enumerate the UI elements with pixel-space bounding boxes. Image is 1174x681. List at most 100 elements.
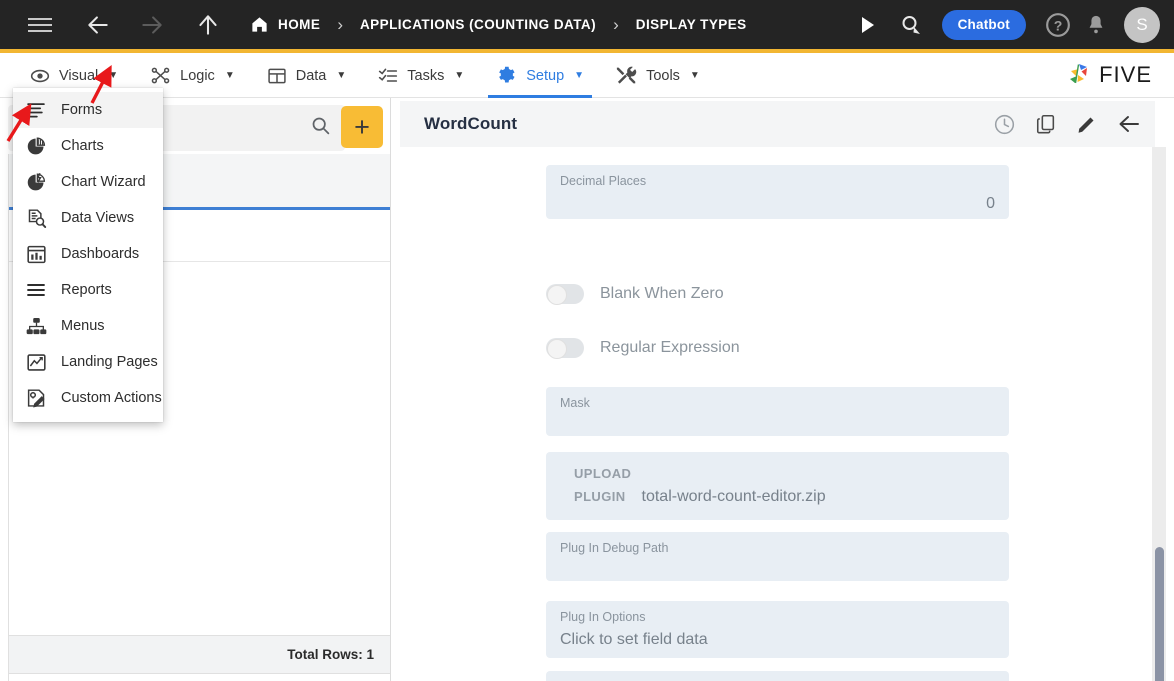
form-lines-icon: [25, 99, 47, 121]
copy-icon[interactable]: [1035, 113, 1057, 135]
field-plug-in-debug-path[interactable]: Plug In Debug Path: [546, 532, 1009, 581]
field-mask[interactable]: Mask: [546, 387, 1009, 436]
menu-option-chart-wizard-label: Chart Wizard: [61, 174, 146, 190]
field-label-plug-in-options: Plug In Options: [560, 610, 995, 625]
menu-item-tasks[interactable]: Tasks ▼: [362, 53, 480, 98]
menu-option-chart-wizard[interactable]: Chart Wizard: [13, 164, 163, 200]
menu-option-menus[interactable]: Menus: [13, 308, 163, 344]
five-mark-icon: [1065, 61, 1095, 89]
svg-text:?: ?: [1054, 17, 1063, 33]
menu-item-data-label: Data: [296, 68, 327, 84]
history-clock-icon[interactable]: [993, 113, 1016, 136]
user-avatar[interactable]: S: [1124, 7, 1160, 43]
search-icon[interactable]: [310, 115, 331, 141]
field-value-plug-in-options: Click to set field data: [560, 627, 995, 653]
back-arrow-icon[interactable]: [76, 0, 120, 51]
toggle-label-regular-expression: Regular Expression: [600, 339, 740, 357]
top-navigation-bar: HOME › APPLICATIONS (COUNTING DATA) › DI…: [0, 0, 1174, 53]
chevron-down-icon: ▼: [336, 70, 346, 81]
page-title: WordCount: [424, 114, 517, 134]
toggle-regular-expression[interactable]: Regular Expression: [546, 338, 740, 358]
five-logo-text: FIVE: [1099, 62, 1152, 88]
dashboard-icon: [25, 243, 47, 265]
toggle-switch-icon[interactable]: [546, 284, 584, 304]
field-error-message[interactable]: Error Message: [546, 671, 1009, 681]
menu-option-charts[interactable]: Charts: [13, 128, 163, 164]
upload-label-line1: UPLOAD: [574, 462, 995, 485]
menu-item-tasks-label: Tasks: [407, 68, 444, 84]
sitemap-icon: [25, 315, 47, 337]
field-plug-in-options[interactable]: Plug In Options Click to set field data: [546, 601, 1009, 658]
field-upload-plugin[interactable]: UPLOAD PLUGIN total-word-count-editor.zi…: [546, 452, 1009, 520]
menu-option-data-views[interactable]: Data Views: [13, 200, 163, 236]
menu-option-reports[interactable]: Reports: [13, 272, 163, 308]
field-label-mask: Mask: [560, 396, 995, 411]
upload-filename: total-word-count-editor.zip: [642, 485, 826, 508]
vertical-scrollbar[interactable]: [1152, 147, 1166, 681]
menu-item-tools-label: Tools: [646, 68, 680, 84]
menu-option-custom-actions[interactable]: Custom Actions: [13, 380, 163, 416]
top-bar-actions: Chatbot ? S: [844, 0, 1174, 51]
checklist-icon: [378, 66, 398, 86]
gear-icon: [496, 65, 517, 86]
chevron-down-icon: ▼: [108, 70, 118, 81]
menu-item-setup[interactable]: Setup ▼: [480, 53, 600, 98]
back-arrow-icon[interactable]: [1117, 112, 1141, 136]
record-header: WordCount: [400, 101, 1155, 147]
breadcrumb-home[interactable]: HOME: [250, 0, 320, 51]
breadcrumb-separator-2: ›: [613, 15, 619, 35]
record-actions: [993, 112, 1141, 136]
visual-dropdown-menu: Forms Charts Chart Wizard Data Views Das: [13, 88, 163, 422]
edit-pencil-icon[interactable]: [1076, 113, 1098, 135]
document-search-icon: [25, 207, 47, 229]
logic-nodes-icon: [150, 65, 171, 86]
help-circle-icon[interactable]: ?: [1042, 0, 1074, 51]
menu-option-data-views-label: Data Views: [61, 210, 134, 226]
menu-item-setup-label: Setup: [526, 68, 564, 84]
menu-item-tools[interactable]: Tools ▼: [600, 53, 716, 98]
breadcrumb-home-label: HOME: [278, 17, 320, 32]
menu-option-charts-label: Charts: [61, 138, 104, 154]
forward-arrow-icon[interactable]: [130, 0, 174, 51]
app-root: HOME › APPLICATIONS (COUNTING DATA) › DI…: [0, 0, 1174, 681]
menu-option-dashboards[interactable]: Dashboards: [13, 236, 163, 272]
notification-bell-icon[interactable]: [1080, 0, 1112, 51]
upload-label-line2: PLUGIN: [574, 485, 626, 508]
menu-option-forms-label: Forms: [61, 102, 102, 118]
chevron-down-icon: ▼: [225, 70, 235, 81]
breadcrumb-application[interactable]: APPLICATIONS (COUNTING DATA): [360, 0, 596, 51]
menu-option-menus-label: Menus: [61, 318, 105, 334]
record-form: Decimal Places 0 Blank When Zero Regular…: [400, 147, 1155, 681]
search-icon[interactable]: [896, 0, 926, 51]
field-decimal-places[interactable]: Decimal Places 0: [546, 165, 1009, 219]
landing-page-icon: [25, 351, 47, 373]
chatbot-button[interactable]: Chatbot: [942, 10, 1026, 40]
menu-option-reports-label: Reports: [61, 282, 112, 298]
chevron-down-icon: ▼: [574, 70, 584, 81]
report-lines-icon: [25, 279, 47, 301]
upload-row: PLUGIN total-word-count-editor.zip: [574, 485, 995, 508]
menu-item-data[interactable]: Data ▼: [251, 53, 363, 98]
menu-option-forms[interactable]: Forms: [13, 92, 163, 128]
menu-option-landing-pages[interactable]: Landing Pages: [13, 344, 163, 380]
breadcrumb-display-types[interactable]: DISPLAY TYPES: [636, 0, 747, 51]
tools-icon: [616, 65, 637, 86]
menu-item-visual-label: Visual: [59, 68, 98, 84]
chevron-down-icon: ▼: [454, 70, 464, 81]
scrollbar-thumb[interactable]: [1155, 547, 1164, 681]
add-record-button[interactable]: +: [341, 106, 383, 148]
menu-item-logic-label: Logic: [180, 68, 215, 84]
grid-footer: Total Rows: 1: [8, 635, 391, 674]
toggle-switch-icon[interactable]: [546, 338, 584, 358]
total-rows-label: Total Rows: 1: [287, 647, 374, 662]
up-arrow-icon[interactable]: [186, 0, 230, 51]
table-grid-icon: [267, 66, 287, 86]
hamburger-icon[interactable]: [18, 0, 62, 51]
five-logo: FIVE: [1065, 53, 1174, 97]
module-menu-bar: Visual ▼ Logic ▼ Data ▼ Tasks ▼: [0, 53, 1174, 98]
toggle-blank-when-zero[interactable]: Blank When Zero: [546, 284, 724, 304]
home-icon: [250, 15, 269, 34]
field-label-plug-in-debug-path: Plug In Debug Path: [560, 541, 995, 556]
play-icon[interactable]: [862, 17, 874, 33]
eye-icon: [30, 66, 50, 86]
